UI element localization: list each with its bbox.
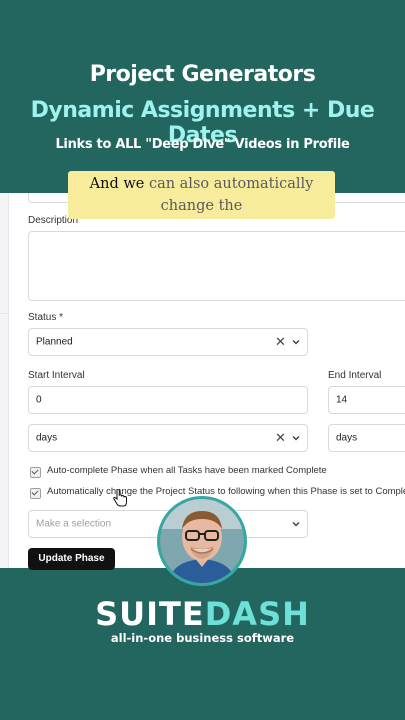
suitedash-logo: SUITEDASH bbox=[0, 595, 405, 633]
end-interval-label: End Interval bbox=[328, 370, 382, 381]
hand-cursor-icon bbox=[113, 489, 127, 507]
status-label: Status * bbox=[28, 312, 64, 323]
brand-tagline: all-in-one business software bbox=[110, 631, 295, 645]
chevron-down-icon[interactable] bbox=[291, 337, 301, 347]
caption-text: can also automatically change the bbox=[144, 176, 314, 214]
video-note: Links to ALL "Deep Dive" Videos in Profi… bbox=[55, 137, 350, 152]
left-rail bbox=[0, 193, 9, 568]
close-icon[interactable]: ✕ bbox=[275, 334, 286, 350]
start-interval-value: 0 bbox=[36, 394, 42, 406]
presenter-photo bbox=[160, 499, 244, 583]
video-title: Project Generators bbox=[89, 62, 316, 87]
close-icon[interactable]: ✕ bbox=[275, 430, 286, 446]
auto-complete-checkbox[interactable] bbox=[30, 467, 41, 478]
start-interval-label: Start Interval bbox=[28, 370, 85, 381]
status-select[interactable]: Planned ✕ bbox=[28, 328, 308, 356]
end-unit-select[interactable]: days bbox=[328, 424, 405, 452]
description-field[interactable] bbox=[28, 231, 405, 301]
chevron-down-icon[interactable] bbox=[291, 519, 301, 529]
brand-right: DASH bbox=[204, 595, 310, 633]
top-banner: Project Generators Dynamic Assignments +… bbox=[0, 0, 405, 193]
auto-complete-label: Auto-complete Phase when all Tasks have … bbox=[47, 465, 327, 476]
caption-highlight: And we bbox=[89, 176, 145, 192]
start-unit-value: days bbox=[36, 432, 58, 444]
update-phase-button[interactable]: Update Phase bbox=[28, 548, 115, 570]
brand-left: SUITE bbox=[95, 595, 205, 633]
presenter-avatar bbox=[157, 496, 247, 586]
end-interval-value: 14 bbox=[336, 394, 348, 406]
end-unit-value: days bbox=[336, 432, 358, 444]
auto-status-label: Automatically change the Project Status … bbox=[47, 486, 405, 497]
chevron-down-icon[interactable] bbox=[291, 433, 301, 443]
start-unit-select[interactable]: days ✕ bbox=[28, 424, 308, 452]
end-interval-input[interactable]: 14 bbox=[328, 386, 405, 414]
status-value: Planned bbox=[36, 336, 73, 348]
selection-placeholder: Make a selection bbox=[36, 518, 112, 530]
auto-status-checkbox[interactable] bbox=[30, 488, 41, 499]
subtitle-caption: And we can also automatically change the bbox=[68, 171, 335, 219]
start-interval-input[interactable]: 0 bbox=[28, 386, 308, 414]
